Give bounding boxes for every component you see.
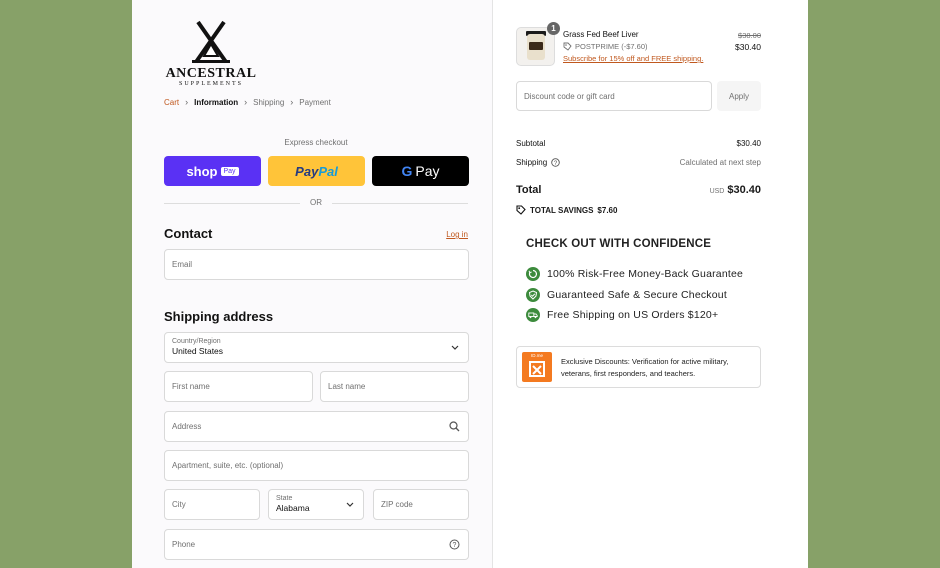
shield-check-icon [526, 288, 540, 302]
tag-icon [516, 205, 526, 215]
subtotal-label-text: Subtotal [516, 139, 546, 148]
subscribe-link[interactable]: Subscribe for 15% off and FREE shipping. [563, 54, 703, 63]
discount-placeholder: Discount code or gift card [524, 91, 615, 101]
brand-logo[interactable]: ANCESTRAL SUPPLEMENTS [164, 20, 258, 88]
total-amount: $30.40 [727, 184, 761, 196]
promo-code-text: POSTPRIME (-$7.60) [575, 42, 648, 51]
address-field[interactable]: Address [164, 411, 469, 442]
contact-title: Contact [164, 226, 213, 241]
shipping-address-title: Shipping address [164, 309, 274, 324]
shipping-label-text: Shipping [516, 158, 548, 167]
country-label: Country/Region [172, 338, 221, 345]
confidence-text: Free Shipping on US Orders $120+ [547, 309, 719, 321]
confidence-item: Free Shipping on US Orders $120+ [526, 308, 718, 322]
paypal-button[interactable]: Pay Pal [268, 156, 365, 186]
order-summary-panel: 1 Grass Fed Beef Liver POSTPRIME (-$7.60… [493, 0, 808, 568]
apartment-placeholder: Apartment, suite, etc. (optional) [172, 461, 284, 470]
city-placeholder: City [172, 500, 186, 509]
zip-placeholder: ZIP code [381, 500, 413, 509]
discounted-price: $30.40 [735, 42, 761, 52]
google-pay-text: Pay [415, 163, 440, 179]
or-text: OR [310, 198, 322, 207]
breadcrumb: Cart › Information › Shipping › Payment [164, 97, 331, 107]
first-name-field[interactable]: First name [164, 371, 313, 402]
first-name-placeholder: First name [172, 382, 210, 391]
product-name: Grass Fed Beef Liver [563, 30, 639, 39]
zip-field[interactable]: ZIP code [373, 489, 469, 520]
email-placeholder: Email [172, 260, 193, 269]
chevron-down-icon [346, 502, 354, 507]
checkout-page: ANCESTRAL SUPPLEMENTS Cart › Information… [132, 0, 808, 568]
confidence-item: Guaranteed Safe & Secure Checkout [526, 288, 727, 302]
chevron-down-icon [451, 345, 459, 350]
idme-discount-banner[interactable]: ID.me Exclusive Discounts: Verification … [516, 346, 761, 388]
shipping-label: Shipping ? [516, 158, 560, 167]
idme-description: Exclusive Discounts: Verification for ac… [561, 357, 729, 378]
country-value: United States [172, 346, 224, 356]
help-circle-icon[interactable]: ? [551, 158, 560, 167]
country-select[interactable]: Country/Region United States [164, 332, 469, 363]
original-price: $38.00 [738, 31, 761, 40]
breadcrumb-payment: Payment [299, 97, 331, 107]
product-promo: POSTPRIME (-$7.60) [563, 42, 648, 51]
phone-field[interactable]: Phone ? [164, 529, 469, 560]
tent-logo-icon [192, 20, 230, 64]
apply-button[interactable]: Apply [717, 81, 761, 111]
subtotal-value: $30.40 [736, 139, 761, 148]
confidence-item: 100% Risk-Free Money-Back Guarantee [526, 267, 743, 281]
phone-placeholder: Phone [172, 540, 196, 549]
google-g-icon: G [401, 163, 413, 179]
shipping-value: Calculated at next step [679, 158, 761, 167]
total-savings: TOTAL SAVINGS $7.60 [516, 205, 617, 215]
state-select[interactable]: State Alabama [268, 489, 364, 520]
confidence-text: Guaranteed Safe & Secure Checkout [547, 289, 727, 301]
address-placeholder: Address [172, 422, 202, 431]
breadcrumb-shipping: Shipping [253, 97, 285, 107]
last-name-placeholder: Last name [328, 382, 366, 391]
or-divider: OR [164, 197, 468, 209]
savings-value: $7.60 [597, 205, 618, 215]
idme-logo: ID.me [522, 352, 552, 382]
confidence-title: CHECK OUT WITH CONFIDENCE [526, 238, 712, 250]
chevron-right-icon: › [244, 97, 248, 107]
shop-pay-text: shop [186, 163, 218, 179]
confidence-text: 100% Risk-Free Money-Back Guarantee [547, 268, 744, 280]
quantity-badge: 1 [547, 22, 560, 35]
total-label: Total [516, 184, 542, 196]
chevron-right-icon: › [290, 97, 294, 107]
express-checkout-label: Express checkout [284, 138, 348, 147]
paypal-text-pal: Pal [318, 163, 338, 179]
currency-code: USD [709, 188, 725, 195]
svg-text:?: ? [453, 542, 457, 549]
money-back-icon [526, 267, 540, 281]
brand-subtitle: SUPPLEMENTS [178, 81, 243, 87]
shop-pay-button[interactable]: shop Pay [164, 156, 261, 186]
subtotal-label: Subtotal [516, 139, 545, 148]
email-field[interactable]: Email [164, 249, 469, 280]
chevron-right-icon: › [185, 97, 189, 107]
discount-code-input[interactable]: Discount code or gift card [516, 81, 712, 111]
jar-label [529, 42, 543, 50]
apartment-field[interactable]: Apartment, suite, etc. (optional) [164, 450, 469, 481]
shop-pay-badge: Pay [220, 166, 239, 176]
help-circle-icon[interactable]: ? [449, 539, 460, 550]
checkout-form-panel: ANCESTRAL SUPPLEMENTS Cart › Information… [132, 0, 493, 568]
breadcrumb-cart[interactable]: Cart [164, 98, 179, 107]
truck-icon [526, 308, 540, 322]
savings-label: TOTAL SAVINGS [530, 205, 594, 215]
search-icon [449, 421, 460, 432]
tag-icon [563, 42, 572, 51]
brand-name: ANCESTRAL [165, 66, 257, 81]
paypal-text-pay: Pay [295, 163, 319, 179]
city-field[interactable]: City [164, 489, 260, 520]
last-name-field[interactable]: Last name [320, 371, 469, 402]
breadcrumb-information: Information [194, 97, 239, 107]
login-link[interactable]: Log in [446, 230, 468, 239]
total-value: USD $30.40 [710, 184, 761, 196]
idme-logo-text: ID.me [530, 353, 543, 358]
google-pay-button[interactable]: G Pay [372, 156, 469, 186]
idme-x-icon [529, 361, 545, 377]
